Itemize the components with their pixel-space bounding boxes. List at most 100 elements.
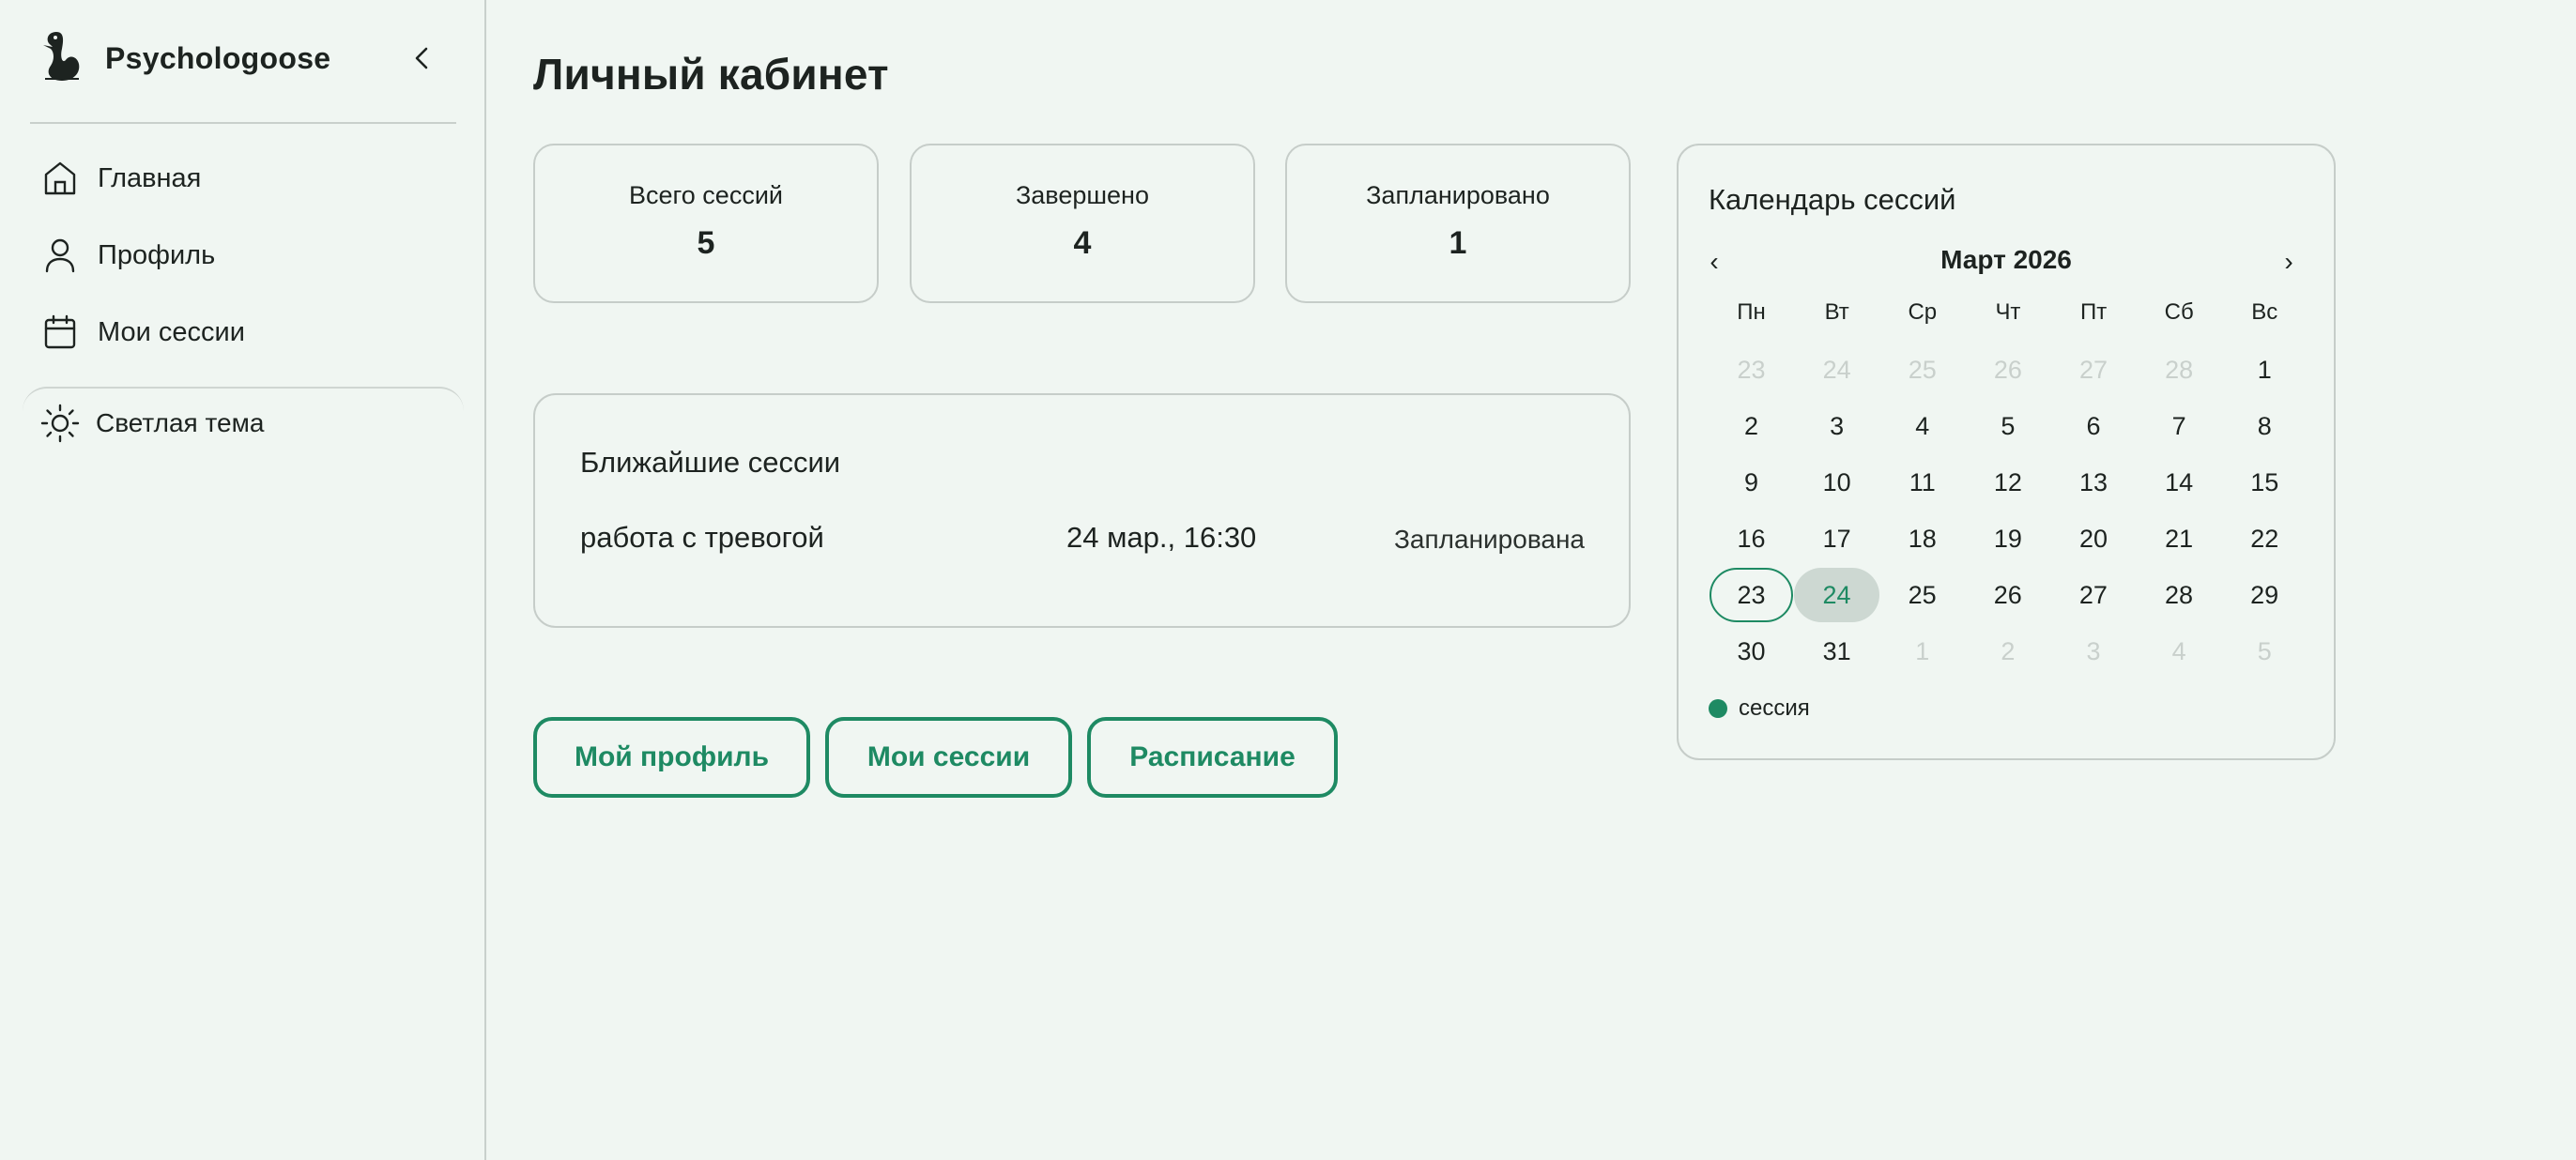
calendar-weekday: Ср (1908, 299, 1938, 325)
session-status: Запланирована (1394, 525, 1585, 554)
stat-label: Запланировано (1366, 181, 1550, 209)
calendar-day[interactable]: 4 (1879, 399, 1965, 453)
calendar-weekday: Пт (2079, 299, 2108, 325)
calendar-day[interactable]: 21 (2137, 511, 2222, 566)
calendar-day[interactable]: 20 (2051, 511, 2137, 566)
calendar-day[interactable]: 30 (1709, 624, 1794, 679)
calendar-day[interactable]: 5 (1965, 399, 2050, 453)
sidebar-item-home[interactable]: Главная (30, 148, 456, 208)
sidebar: Psychologoose Главная Профиль Мои сессии… (0, 0, 486, 1160)
session-calendar: Календарь сессий Март 2026 ‹ › Пн Вт Ср Чт П… (1677, 144, 2336, 760)
calendar-day[interactable]: 16 (1709, 511, 1794, 566)
calendar-day[interactable]: 23 (1709, 343, 1794, 397)
goose-logo-icon (38, 28, 83, 84)
calendar-weekday: Пн (1737, 299, 1766, 325)
sidebar-item-label: Профиль (98, 239, 216, 270)
calendar-day[interactable]: 27 (2050, 568, 2136, 622)
calendar-day[interactable]: 13 (2051, 455, 2137, 510)
calendar-day[interactable]: 31 (1794, 624, 1879, 679)
sidebar-item-label: Мои сессии (98, 316, 245, 347)
calendar-day[interactable]: 15 (2222, 455, 2308, 510)
calendar-day[interactable]: 19 (1965, 511, 2050, 566)
calendar-day-today[interactable]: 23 (1710, 568, 1793, 622)
calendar-month: Март 2026 (1940, 245, 2072, 274)
collapse-sidebar-button[interactable] (402, 38, 443, 79)
calendar-day[interactable]: 12 (1965, 455, 2050, 510)
calendar-day[interactable]: 17 (1794, 511, 1879, 566)
calendar-day[interactable]: 14 (2137, 455, 2222, 510)
calendar-prev-month-button[interactable]: ‹ (1695, 243, 1733, 281)
calendar-day[interactable]: 8 (2222, 399, 2308, 453)
my-sessions-button[interactable]: Мои сессии (825, 717, 1072, 798)
calendar-week-row: 2345678 (1709, 399, 2308, 455)
calendar-day[interactable]: 4 (2137, 624, 2222, 679)
sidebar-item-sessions[interactable]: Мои сессии (30, 302, 456, 362)
app: Psychologoose Главная Профиль Мои сессии… (0, 0, 2576, 1160)
stat-card-planned: Запланировано 1 (1285, 144, 1631, 303)
calendar-icon (30, 302, 90, 362)
calendar-weekday: Сб (2164, 299, 2194, 325)
calendar-day[interactable]: 27 (2051, 343, 2137, 397)
calendar-grid: 23 24 25 26 27 28 1 2 3 4 5 6 7 8 9 10 11 12 13 14 15 16 17 18 1… (1709, 343, 2308, 680)
calendar-day[interactable]: 1 (2222, 343, 2308, 397)
calendar-day[interactable]: 2 (1709, 399, 1794, 453)
calendar-day[interactable]: 24 (1794, 343, 1879, 397)
calendar-day[interactable]: 26 (1965, 343, 2050, 397)
brand-name: Psychologoose (105, 41, 331, 75)
theme-toggle[interactable]: Светлая тема (23, 387, 464, 458)
stat-label: Завершено (1015, 181, 1149, 209)
calendar-day[interactable]: 3 (1794, 399, 1879, 453)
calendar-week-row: 23 24 25 26 27 28 29 (1709, 568, 2308, 624)
calendar-day[interactable]: 1 (1879, 624, 1965, 679)
calendar-day[interactable]: 22 (2222, 511, 2308, 566)
calendar-week-row: 23 24 25 26 27 28 1 (1709, 343, 2308, 399)
sidebar-item-profile[interactable]: Профиль (30, 225, 456, 285)
legend-label: сессия (1739, 695, 1810, 721)
sidebar-divider (30, 122, 456, 124)
stat-card-completed: Завершено 4 (910, 144, 1255, 303)
calendar-day[interactable]: 11 (1879, 455, 1965, 510)
calendar-day[interactable]: 5 (2222, 624, 2308, 679)
calendar-day[interactable]: 25 (1879, 343, 1965, 397)
calendar-next-month-button[interactable]: › (2270, 243, 2308, 281)
my-profile-button[interactable]: Мой профиль (533, 717, 810, 798)
calendar-day[interactable]: 9 (1709, 455, 1794, 510)
brand: Psychologoose (38, 28, 451, 90)
calendar-day[interactable]: 18 (1879, 511, 1965, 566)
calendar-day[interactable]: 29 (2222, 568, 2308, 622)
upcoming-sessions-title: Ближайшие сессии (580, 446, 841, 479)
schedule-button[interactable]: Расписание (1087, 717, 1338, 798)
calendar-day[interactable]: 26 (1965, 568, 2050, 622)
calendar-legend: сессия (1709, 695, 1810, 722)
calendar-weekday: Чт (1995, 299, 2021, 325)
stat-value: 1 (1449, 225, 1467, 261)
calendar-day[interactable]: 28 (2137, 568, 2222, 622)
calendar-day[interactable]: 3 (2051, 624, 2137, 679)
calendar-weekdays: Пн Вт Ср Чт Пт Сб Вс (1709, 299, 2308, 326)
stat-card-total: Всего сессий 5 (533, 144, 879, 303)
session-row[interactable]: работа с тревогой 24 мар., 16:30 Заплани… (580, 521, 1585, 562)
calendar-weekday: Вт (1824, 299, 1849, 325)
calendar-day-session[interactable]: 24 (1794, 568, 1880, 622)
calendar-day[interactable]: 10 (1794, 455, 1879, 510)
calendar-day[interactable]: 28 (2137, 343, 2222, 397)
calendar-day[interactable]: 2 (1965, 624, 2050, 679)
calendar-day[interactable]: 25 (1879, 568, 1965, 622)
session-dot-icon (1709, 699, 1727, 718)
session-date: 24 мар., 16:30 (1066, 521, 1257, 554)
home-icon (30, 148, 90, 208)
calendar-day[interactable]: 7 (2137, 399, 2222, 453)
stat-label: Всего сессий (629, 181, 783, 209)
theme-toggle-label: Светлая тема (96, 408, 265, 437)
calendar-week-row: 16 17 18 19 20 21 22 (1709, 511, 2308, 568)
upcoming-sessions-card: Ближайшие сессии работа с тревогой 24 ма… (533, 393, 1631, 628)
user-icon (30, 225, 90, 285)
stat-value: 4 (1073, 225, 1092, 261)
sun-icon (23, 388, 98, 459)
page-title: Личный кабинет (533, 50, 889, 99)
calendar-day[interactable]: 6 (2051, 399, 2137, 453)
sidebar-item-label: Главная (98, 162, 202, 193)
session-name: работа с тревогой (580, 521, 824, 554)
stat-value: 5 (697, 225, 715, 261)
calendar-title: Календарь сессий (1709, 183, 1956, 216)
